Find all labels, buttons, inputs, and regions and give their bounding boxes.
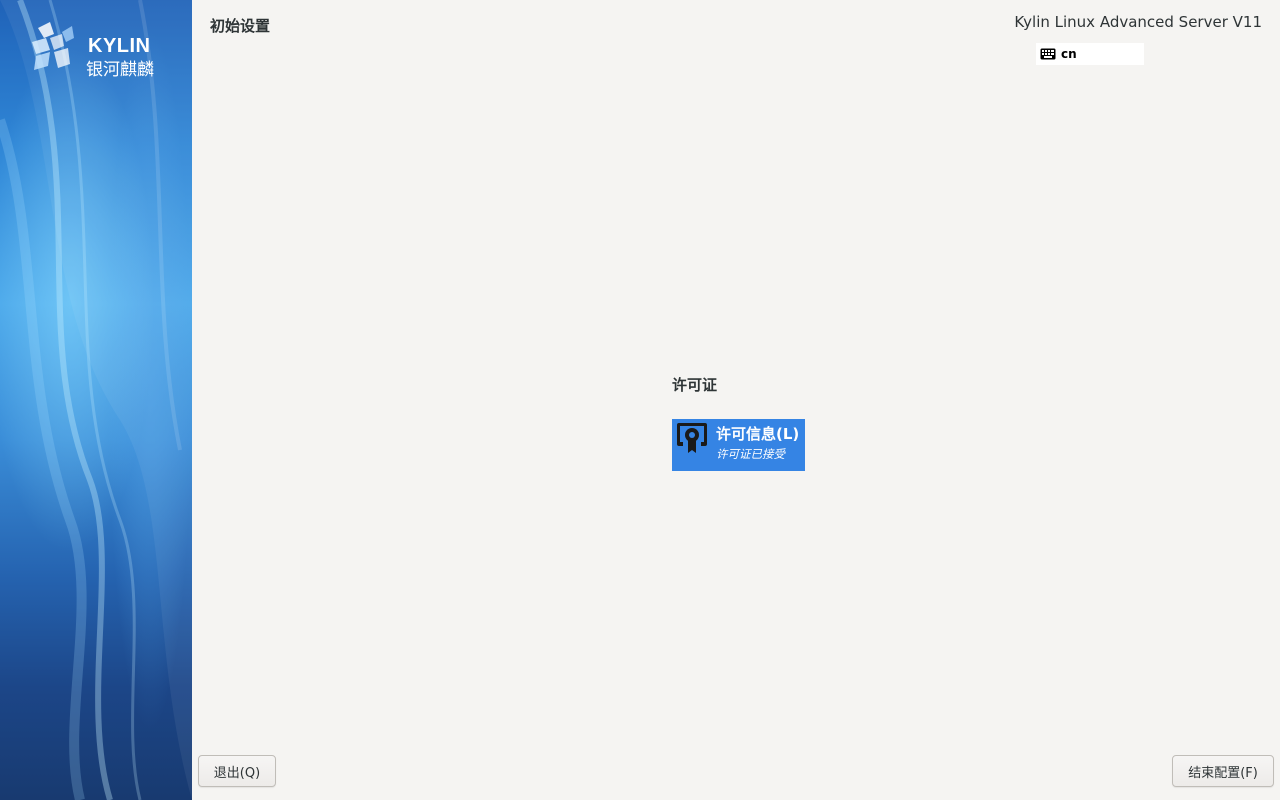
finish-configuration-button[interactable]: 结束配置(F) (1172, 755, 1274, 787)
kylin-logo: KYLIN 银河麒麟 (28, 20, 168, 80)
product-name: Kylin Linux Advanced Server V11 (1014, 13, 1262, 31)
license-section-heading: 许可证 (672, 376, 718, 394)
keyboard-icon (1040, 48, 1056, 60)
initial-setup-window: KYLIN 银河麒麟 初始设置 Kylin Linux Advanced Ser… (0, 0, 1280, 800)
license-certificate-icon (677, 423, 707, 453)
sidebar-background-art (0, 0, 192, 800)
logo-name-cn: 银河麒麟 (86, 60, 154, 80)
keyboard-layout-indicator[interactable]: cn (1036, 43, 1144, 65)
license-information-spoke[interactable]: 许可信息(L) 许可证已接受 (672, 419, 805, 471)
kylin-emblem-icon (32, 22, 74, 70)
quit-button[interactable]: 退出(Q) (198, 755, 276, 787)
keyboard-layout-label: cn (1061, 47, 1077, 61)
license-spoke-title: 许可信息(L) (716, 425, 800, 443)
sidebar: KYLIN 银河麒麟 (0, 0, 192, 800)
page-title: 初始设置 (210, 17, 271, 35)
license-spoke-status: 许可证已接受 (716, 447, 785, 461)
